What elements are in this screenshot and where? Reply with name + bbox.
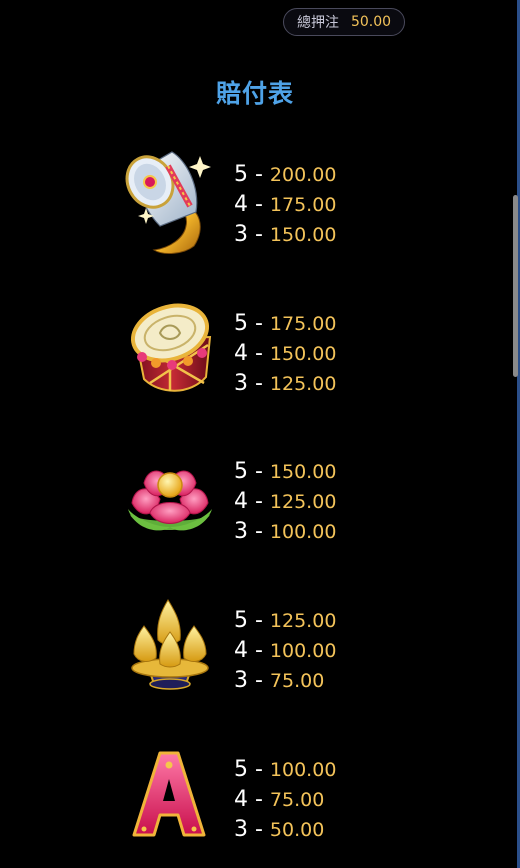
payout-value: 100.00 — [269, 640, 337, 662]
payout-line: 4 - 125.00 — [234, 487, 336, 517]
sweets-bowl-icon — [120, 592, 218, 702]
payout-count: 4 - — [234, 489, 270, 514]
paytable-title: 賠付表 — [215, 79, 294, 108]
payout-count: 3 - — [234, 519, 270, 544]
payout-line: 3 - 75.00 — [234, 666, 336, 696]
payout-line: 4 - 175.00 — [234, 190, 336, 220]
payout-count: 4 - — [234, 638, 270, 663]
payout-count: 4 - — [234, 192, 270, 217]
payout-line: 4 - 75.00 — [234, 785, 336, 815]
payout-value: 125.00 — [269, 491, 337, 513]
payout-line: 3 - 150.00 — [234, 220, 336, 250]
paytable-row: 5 - 125.00 4 - 100.00 3 - 75.00 — [120, 592, 380, 702]
payout-line: 5 - 100.00 — [234, 755, 336, 785]
payout-line: 3 - 125.00 — [234, 369, 336, 399]
payout-value: 200.00 — [269, 164, 337, 186]
payout-count: 5 - — [234, 757, 270, 782]
payout-count: 4 - — [234, 341, 270, 366]
payout-line: 4 - 100.00 — [234, 636, 336, 666]
payout-value: 150.00 — [269, 224, 337, 246]
paytable-row: 5 - 175.00 4 - 150.00 3 - 125.00 — [120, 295, 380, 405]
payout-line: 4 - 150.00 — [234, 339, 336, 369]
payout-value: 100.00 — [269, 521, 337, 543]
payout-value: 125.00 — [269, 373, 337, 395]
payout-count: 5 - — [234, 311, 270, 336]
payout-value: 125.00 — [269, 610, 337, 632]
sweets-bowl-payouts: 5 - 125.00 4 - 100.00 3 - 75.00 — [234, 606, 336, 696]
letter-a-payouts: 5 - 100.00 4 - 75.00 3 - 50.00 — [234, 755, 336, 845]
letter-a-icon — [120, 741, 218, 851]
payout-count: 3 - — [234, 668, 270, 693]
payout-line: 5 - 200.00 — [234, 160, 336, 190]
payout-line: 5 - 175.00 — [234, 309, 336, 339]
payout-count: 5 - — [234, 608, 270, 633]
payout-line: 5 - 125.00 — [234, 606, 336, 636]
payout-count: 3 - — [234, 222, 270, 247]
horn-payouts: 5 - 200.00 4 - 175.00 3 - 150.00 — [234, 160, 336, 250]
paytable-row: 5 - 100.00 4 - 75.00 3 - 50.00 — [120, 741, 380, 851]
payout-value: 100.00 — [269, 759, 337, 781]
lotus-icon — [120, 443, 218, 553]
drum-payouts: 5 - 175.00 4 - 150.00 3 - 125.00 — [234, 309, 336, 399]
payout-count: 4 - — [234, 787, 270, 812]
payout-count: 3 - — [234, 817, 270, 842]
horn-icon — [120, 146, 218, 256]
payout-value: 50.00 — [269, 819, 325, 841]
total-bet-label: 總押注 — [296, 15, 339, 31]
paytable-row: 5 - 200.00 4 - 175.00 3 - 150.00 — [120, 146, 380, 256]
payout-line: 5 - 150.00 — [234, 457, 336, 487]
lotus-payouts: 5 - 150.00 4 - 125.00 3 - 100.00 — [234, 457, 336, 547]
total-bet-display: 總押注 50.00 — [283, 8, 405, 36]
payout-value: 75.00 — [269, 789, 325, 811]
payout-count: 5 - — [234, 459, 270, 484]
payout-value: 175.00 — [269, 194, 337, 216]
payout-line: 3 - 100.00 — [234, 517, 336, 547]
scrollbar-thumb[interactable] — [513, 195, 518, 377]
payout-value: 150.00 — [269, 461, 337, 483]
payout-count: 5 - — [234, 162, 270, 187]
paytable-row: 5 - 150.00 4 - 125.00 3 - 100.00 — [120, 443, 380, 553]
total-bet-value: 50.00 — [350, 14, 392, 30]
drum-icon — [120, 295, 218, 405]
payout-value: 150.00 — [269, 343, 337, 365]
payout-value: 75.00 — [269, 670, 325, 692]
payout-count: 3 - — [234, 371, 270, 396]
payout-line: 3 - 50.00 — [234, 815, 336, 845]
paytable-page: 總押注 50.00 賠付表 5 - 200.00 4 - 175.00 3 - … — [0, 0, 520, 868]
payout-value: 175.00 — [269, 313, 337, 335]
